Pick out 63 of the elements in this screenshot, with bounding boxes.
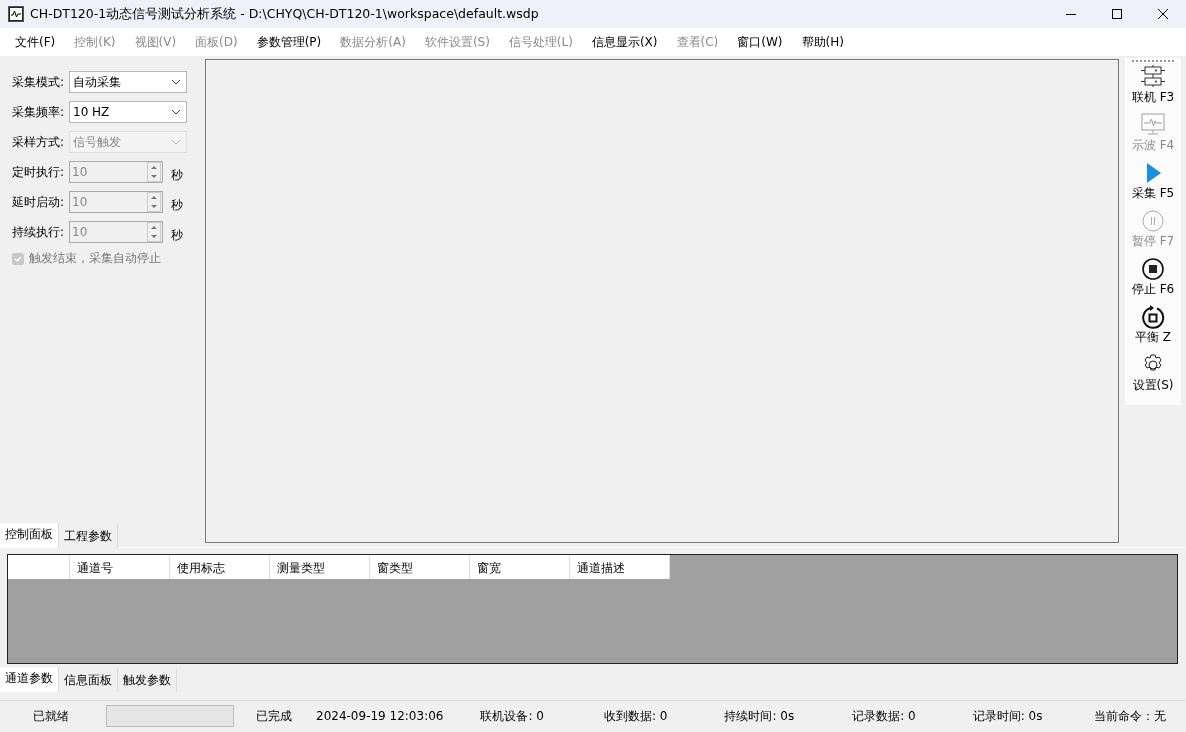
- tab[interactable]: 工程参数: [59, 525, 118, 548]
- checkbox-label: 触发结束，采集自动停止: [29, 250, 161, 267]
- window-title: CH-DT120-1动态信号测试分析系统 - D:\CHYQ\CH-DT120-1\workspace\default.wsdp: [30, 5, 540, 23]
- column-header: 通道号: [70, 555, 170, 579]
- toolbar-button[interactable]: 联机 F3: [1131, 65, 1175, 113]
- tab[interactable]: 控制面板: [0, 523, 59, 548]
- column-header: 测量类型: [270, 555, 370, 579]
- spin-arrows-icon: [147, 222, 161, 242]
- spin-value: 10: [72, 225, 88, 239]
- status-text: 持续时间: 0s: [724, 707, 795, 725]
- toolbar-button[interactable]: 停止 F6: [1131, 257, 1175, 305]
- dropdown-value: 自动采集: [73, 73, 121, 91]
- column-header: 通道描述: [570, 555, 670, 579]
- column-header: 窗宽: [470, 555, 570, 579]
- spin-value: 10: [72, 165, 88, 179]
- field-label: 定时执行:: [12, 163, 66, 181]
- close-icon: [1158, 9, 1168, 19]
- unit-label: 秒: [171, 196, 183, 214]
- menu-item[interactable]: 窗口(W): [729, 33, 791, 51]
- field-label: 采集模式:: [12, 73, 66, 91]
- status-text: 收到数据: 0: [603, 707, 668, 725]
- field-label: 采样方式:: [12, 133, 66, 151]
- menu-item[interactable]: 帮助(H): [793, 33, 852, 51]
- timestamp: 2024-09-19 12:03:06: [316, 709, 444, 723]
- column-header: 窗类型: [370, 555, 470, 579]
- tab[interactable]: 通道参数: [0, 667, 59, 692]
- status-text: 记录时间: 0s: [972, 707, 1043, 725]
- status-text: 已就绪: [33, 707, 69, 725]
- rotate-icon: [1141, 305, 1165, 329]
- unit-label: 秒: [171, 226, 183, 244]
- spin-arrows-icon: [147, 162, 161, 182]
- toolbar-button[interactable]: 平衡 Z: [1134, 305, 1171, 353]
- dropdown[interactable]: 10 HZ: [69, 101, 187, 123]
- chevron-icon: [171, 139, 181, 145]
- spin-value: 10: [72, 195, 88, 209]
- app-icon: [8, 6, 24, 22]
- toolbar-button[interactable]: 设置(S): [1132, 353, 1174, 401]
- stop-icon: [1141, 257, 1165, 281]
- menu-item[interactable]: 信息显示(X): [583, 33, 666, 51]
- dropdown[interactable]: 自动采集: [69, 71, 187, 93]
- field-label: 延时启动:: [12, 193, 66, 211]
- status-text: 当前命令：无: [1094, 707, 1167, 725]
- status-text: 记录数据: 0: [852, 707, 916, 725]
- status-text: 联机设备: 0: [480, 707, 544, 725]
- row-header-corner: [8, 555, 70, 579]
- minimize-icon: [1066, 13, 1076, 15]
- chevron-icon: [171, 109, 181, 115]
- chevron-icon: [171, 79, 181, 85]
- column-header: 使用标志: [170, 555, 270, 579]
- dropdown-value: 10 HZ: [73, 105, 110, 119]
- status-text: 已完成: [256, 707, 292, 725]
- oscilloscope-icon: [1141, 113, 1165, 137]
- dropdown-value: 信号触发: [73, 133, 121, 151]
- toolbar-button[interactable]: 采集 F5: [1131, 161, 1175, 209]
- maximize-icon: [1112, 9, 1122, 19]
- spin-arrows-icon: [147, 192, 161, 212]
- pause-icon: [1141, 209, 1165, 233]
- menu-item[interactable]: 参数管理(P): [248, 33, 330, 51]
- network-device-icon: [1141, 65, 1165, 89]
- field-label: 采集频率:: [12, 103, 66, 121]
- field-label: 持续执行:: [12, 223, 66, 241]
- menu-item[interactable]: 文件(F): [7, 33, 64, 51]
- unit-label: 秒: [171, 166, 183, 184]
